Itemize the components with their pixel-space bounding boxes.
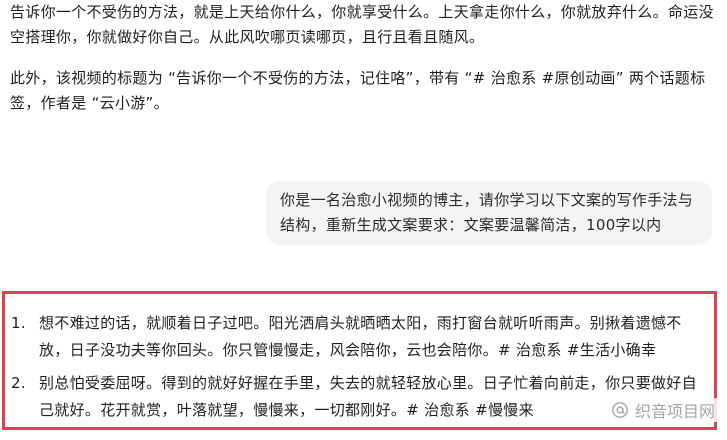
user-message-bubble: 你是一名治愈小视频的博主，请你学习以下文案的写作手法与结构，重新生成文案要求：文… — [266, 181, 712, 245]
list-item: 1. 想不难过的话，就顺着日子过吧。阳光洒肩头就晒晒太阳，雨打窗台就听听雨声。别… — [11, 310, 711, 364]
list-item-number: 2. — [11, 374, 26, 392]
list-item-text: 想不难过的话，就顺着日子过吧。阳光洒肩头就晒晒太阳，雨打窗台就听听雨声。别揪着遗… — [39, 314, 682, 359]
list-item: 2. 别总怕受委屈呀。得到的就好好握在手里，失去的就轻轻放心里。日子忙着向前走，… — [11, 370, 711, 424]
at-icon — [612, 402, 628, 418]
watermark: 织音项目网 — [608, 398, 717, 422]
user-message-text: 你是一名治愈小视频的博主，请你学习以下文案的写作手法与结构，重新生成文案要求：文… — [280, 191, 694, 234]
watermark-text: 织音项目网 — [634, 402, 715, 421]
assistant-paragraph: 此外，该视频的标题为 “告诉你一个不受伤的方法，记住咯”，带有 “# 治愈系 #… — [10, 69, 706, 112]
list-item-number: 1. — [11, 314, 26, 332]
assistant-paragraph: 告诉你一个不受伤的方法，就是上天给你什么，你就享受什么。上天拿走你什么，你就放弃… — [10, 3, 714, 46]
